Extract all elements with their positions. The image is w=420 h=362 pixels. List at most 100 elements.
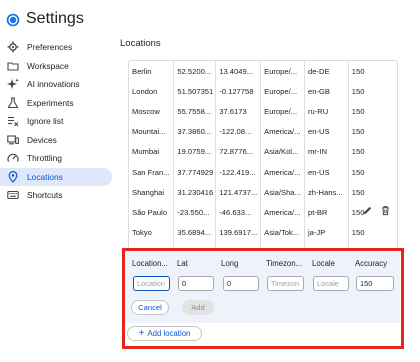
cell-accuracy: 150 [348,223,397,243]
cell-accuracy: 150 [348,142,397,162]
cell-locale-text: en-US [307,167,330,177]
sidebar-item-workspace[interactable]: Workspace [0,57,112,76]
cell-name-text: Mumbai [132,147,160,157]
cell-name: Moscow [129,101,175,122]
cell-accuracy: 150 [348,182,397,202]
lat-input[interactable] [178,276,214,291]
cell-accuracy: 150 [348,61,397,81]
cell-name-text: San Fran... [132,167,170,177]
cell-timezone-text: America/... [264,167,301,177]
cell-locale-text: pt-BR [307,207,328,217]
table-row[interactable]: San Fran... 37.774929 -122.419... America/.… [129,161,397,183]
timezone-input[interactable] [267,276,304,291]
cell-lat-text: 55.7558... [177,106,212,116]
cell-name: São Paulo [129,202,175,223]
sidebar-item-preferences[interactable]: Preferences [0,38,112,57]
sidebar-item-label: Shortcuts [27,190,63,201]
table-row[interactable]: Shanghai 31.230416 121.4737... Asia/Sha... z… [129,182,397,203]
cell-lat-text: 51.507351 [177,86,214,96]
page-title: Locations [120,38,161,49]
table-row[interactable]: São Paulo -23.550... -46.633... America/...… [129,202,397,223]
accuracy-input[interactable] [356,276,394,291]
cell-locale-text: en-GB [307,86,330,96]
cell-lat-text: -23.550... [177,207,210,217]
cell-timezone-text: Asia/Sha... [264,187,301,197]
cell-lat-text: 37.774929 [177,167,214,177]
table-row[interactable]: Berlin 52.5200... 13.4049... Europe/... de-D… [129,61,397,82]
cell-name-text: London [132,86,158,96]
cell-long-text: -122.419... [219,167,256,177]
location-name-input[interactable] [133,276,170,291]
cell-timezone-text: America/... [264,207,301,217]
cell-locale-text: zh-Hans... [307,187,343,197]
cell-locale: zh-Hans... [304,182,349,203]
sidebar-item-ignore-list[interactable]: Ignore list [0,112,112,131]
row-actions [362,205,391,218]
cell-locale-text: en-US [307,127,330,137]
sidebar-item-devices[interactable]: Devices [0,131,112,150]
cell-timezone: Asia/Sha... [260,182,305,203]
sidebar-item-experiments[interactable]: Experiments [0,94,112,113]
cell-long-text: -0.127758 [219,86,254,96]
header: Settings [0,0,420,36]
location-pin-icon [6,170,20,184]
cell-timezone: America/... [260,202,305,223]
add-button[interactable]: Add [182,300,214,315]
table-row[interactable]: Mountai... 37.3860... -122.08... America/..… [129,121,397,142]
cell-timezone: Europe/... [260,81,305,102]
gear-icon [6,40,20,54]
sidebar-item-label: Preferences [27,42,73,53]
sidebar-item-ai-innovations[interactable]: AI innovations [0,75,112,94]
cell-locale-text: mr-IN [307,147,327,157]
cell-lat: 52.5200... [173,61,217,82]
folder-icon [6,59,20,73]
sidebar-item-label: AI innovations [27,79,80,90]
sidebar-item-label: Locations [27,171,63,182]
add-location-button[interactable]: + Add location [127,326,202,341]
sidebar-item-throttling[interactable]: Throttling [0,149,112,168]
cell-timezone-text: Asia/Kol... [264,147,299,157]
cell-lat: 31.230416 [173,182,217,203]
cell-name-text: São Paulo [132,207,168,217]
cell-name-text: Berlin [132,66,152,76]
edit-icon[interactable] [362,205,373,218]
delete-icon[interactable] [380,205,391,218]
flask-icon [6,96,20,110]
cell-lat-text: 52.5200... [177,66,212,76]
cell-lat-text: 37.3860... [177,127,212,137]
table-row[interactable]: London 51.507351 -0.127758 Europe/... en-GB 1… [129,81,397,102]
cell-lat: -23.550... [173,202,217,223]
cell-long: -46.633... [215,202,262,223]
settings-logo-icon [6,13,20,27]
cell-locale: pt-BR [304,202,349,223]
cell-accuracy-text: 150 [351,66,365,76]
cell-accuracy: 150 [348,81,397,101]
cell-lat-text: 31.230416 [177,187,214,197]
sidebar-item-locations[interactable]: Locations [0,167,112,186]
table-row[interactable]: Tokyo 35.6894... 139.6917... Asia/Tok... ja-… [129,222,397,243]
cell-name: Berlin [129,61,175,82]
cancel-button[interactable]: Cancel [131,300,169,315]
sidebar-item-label: Workspace [27,60,69,71]
cell-timezone-text: Europe/... [264,86,298,96]
cell-long-text: 13.4049... [219,66,254,76]
locations-table: Berlin 52.5200... 13.4049... Europe/... de-D… [128,60,398,250]
cell-accuracy-text: 150 [351,86,365,96]
cell-long: -122.08... [215,121,262,142]
table-row[interactable]: Mumbai 19.0759... 72.8776... Asia/Kol... mr-… [129,141,397,162]
sidebar: Preferences Workspace AI innovations Exp… [0,38,112,205]
cell-name-text: Moscow [132,106,160,116]
table-row[interactable]: Moscow 55.7558... 37.6173 Europe/... ru-RU 15… [129,101,397,122]
cell-timezone: Europe/... [260,61,305,82]
cell-lat: 37.774929 [173,161,217,183]
long-input[interactable] [223,276,259,291]
cell-locale: en-US [304,121,349,142]
locale-input[interactable] [313,276,349,291]
devices-icon [6,133,20,147]
plus-icon: + [138,327,145,339]
cell-lat: 19.0759... [173,141,217,162]
cell-accuracy-text: 150 [351,106,365,116]
cell-locale: de-DE [304,61,349,82]
sidebar-item-label: Ignore list [27,116,64,127]
sidebar-item-shortcuts[interactable]: Shortcuts [0,186,112,205]
